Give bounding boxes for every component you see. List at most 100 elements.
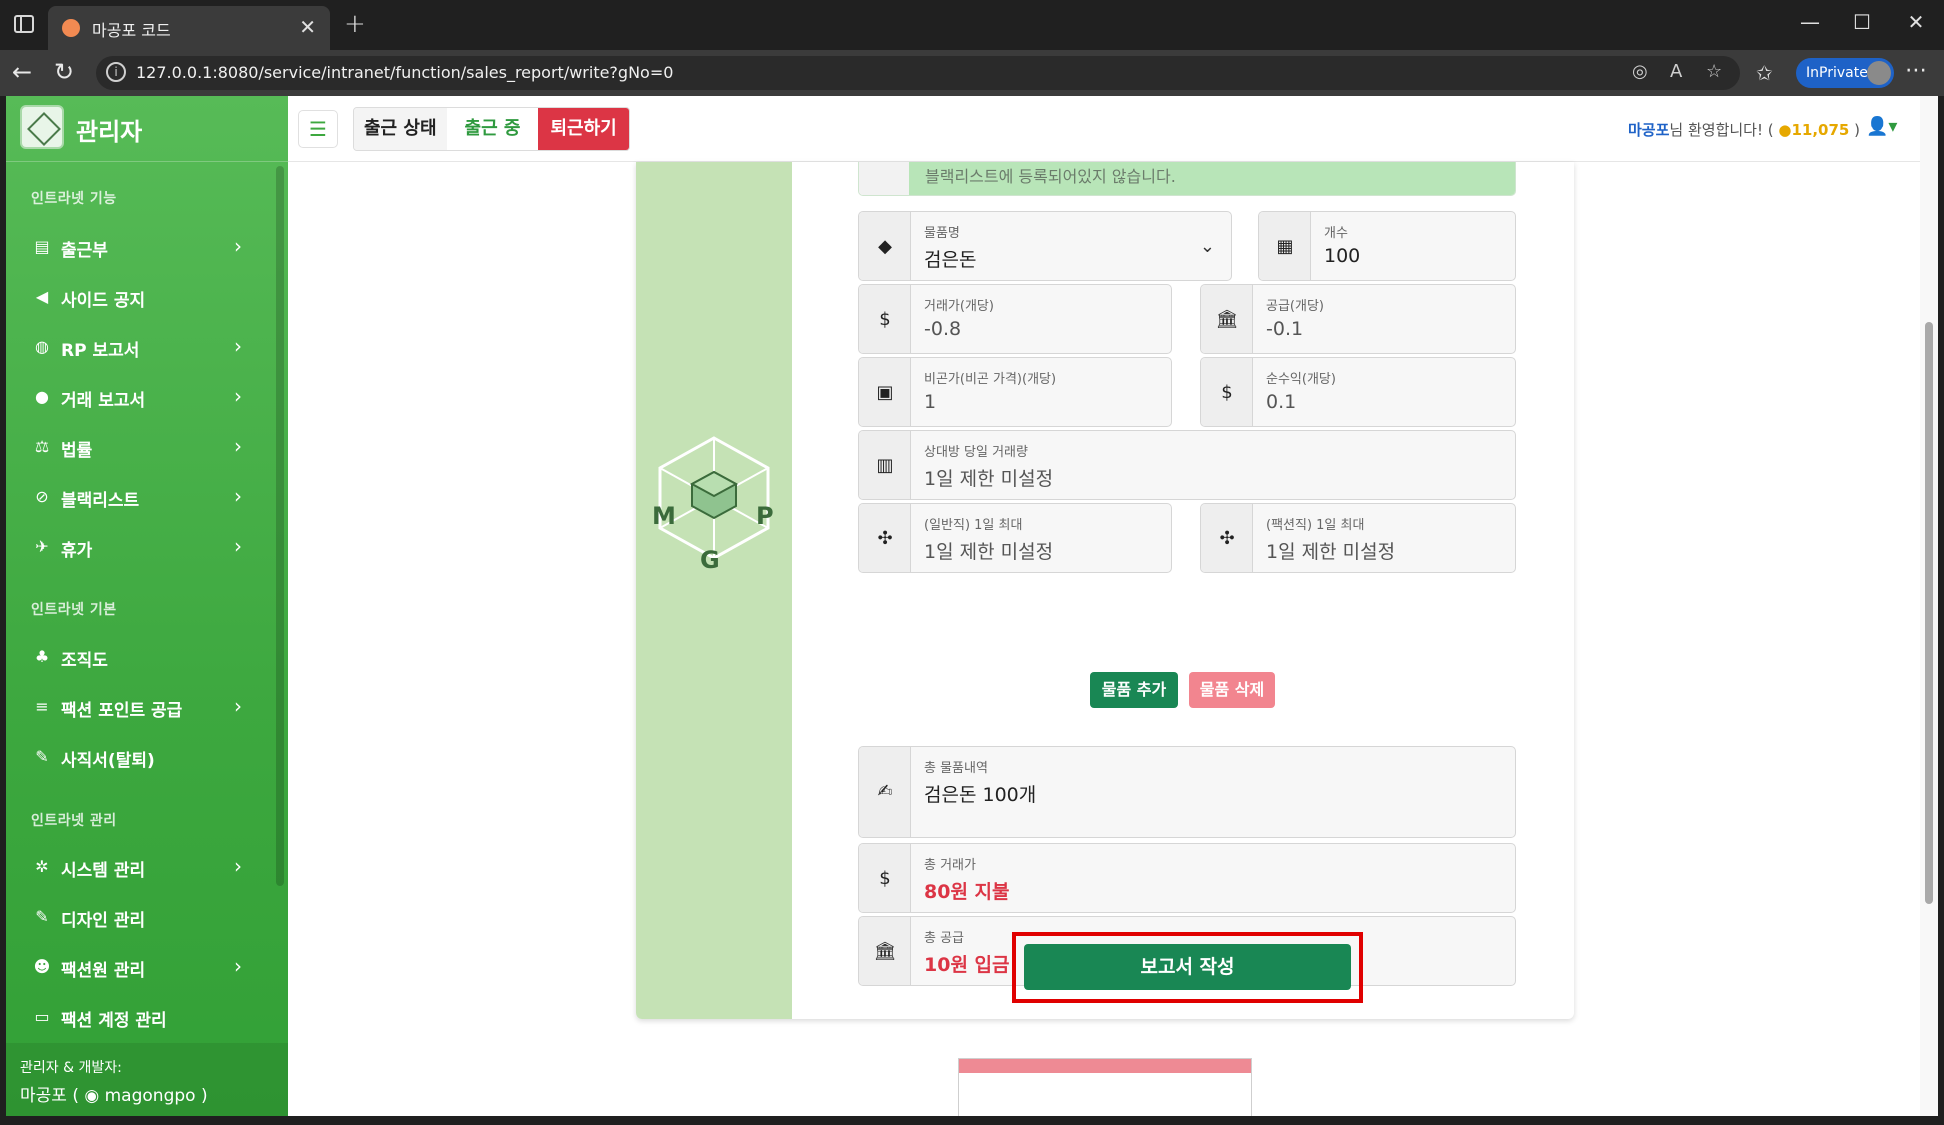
inprivate-label: InPrivate (1806, 65, 1868, 81)
new-tab-button[interactable]: + (344, 9, 366, 39)
sidebar-footer: 관리자 & 개발자: 마공포 ( ◉ magongpo ) (6, 1043, 288, 1116)
chevron-right-icon: › (234, 434, 242, 458)
developer-name: 마공포 ( (20, 1086, 85, 1106)
sidebar-item-label: 거래 보고서 (61, 391, 146, 411)
logo-letter-m: M (652, 502, 676, 530)
delete-item-button[interactable]: 물품 삭제 (1189, 672, 1275, 708)
sidebar-item-design[interactable]: ✎ 디자인 관리 (6, 897, 268, 937)
gear-icon: ✲ (35, 857, 49, 876)
net-profit-value: 0.1 (1266, 391, 1297, 413)
sidebar-item-blacklist[interactable]: ⊘ 블랙리스트 › (6, 477, 268, 517)
sidebar-item-accounts[interactable]: ▭ 팩션 계정 관리 (6, 997, 268, 1037)
secondary-card-header (959, 1059, 1251, 1073)
refresh-icon[interactable]: ↻ (54, 58, 74, 86)
sidebar-item-members[interactable]: ☻ 팩션원 관리 › (6, 947, 268, 987)
sidebar-item-system[interactable]: ✲ 시스템 관리 › (6, 847, 268, 887)
sidebar-item-law[interactable]: ⚖ 법률 › (6, 427, 268, 467)
footer-developer: 마공포 ( ◉ magongpo ) (20, 1081, 208, 1106)
sidebar-item-label: 팩션원 관리 (61, 961, 146, 981)
sidebar-item-org-chart[interactable]: ♣ 조직도 (6, 637, 268, 677)
attendance-group: 출근 상태 출근 중 퇴근하기 (353, 107, 630, 151)
clipboard-icon: ▤ (34, 237, 50, 256)
trade-price-label: 거래가(개당) (924, 299, 994, 314)
sidebar-item-rp-report[interactable]: ◍ RP 보고서 › (6, 327, 268, 367)
count-label: 개수 (1324, 226, 1348, 241)
more-options-icon[interactable]: ⋯ (1905, 58, 1927, 83)
chevron-right-icon: › (234, 694, 242, 718)
item-name-select[interactable]: ◆ 물품명 검은돈 ⌄ (858, 211, 1232, 281)
bigon-price-label: 비곤가(비곤 가격)(개당) (924, 372, 1057, 387)
faction-max-label: (팩션직) 1일 최대 (1266, 518, 1365, 533)
user-menu-icon[interactable]: 👤▾ (1866, 116, 1897, 137)
close-window-icon[interactable]: ✕ (1896, 10, 1936, 34)
faction-max-value: 1일 제한 미설정 (1266, 541, 1396, 563)
chevron-right-icon: › (234, 234, 242, 258)
maximize-icon[interactable]: ☐ (1842, 10, 1882, 34)
chevron-down-icon: ⌄ (1199, 236, 1215, 257)
favorites-icon[interactable]: ✩ (1756, 61, 1773, 85)
alert-icon-area (859, 162, 909, 195)
sidebar-item-vacation[interactable]: ✈ 휴가 › (6, 527, 268, 567)
tag-icon: ◆ (859, 212, 911, 280)
leave-work-button[interactable]: 퇴근하기 (538, 108, 629, 150)
sidebar-item-attendance[interactable]: ▤ 출근부 › (6, 227, 268, 267)
brush-icon: ✎ (35, 907, 49, 926)
favorite-star-icon[interactable]: ☆ (1706, 61, 1722, 82)
logo-letter-g: G (700, 546, 720, 572)
item-name-label: 물품명 (924, 226, 960, 241)
menu-toggle-button[interactable]: ☰ (298, 110, 338, 148)
browser-tab-bar: 마공포 코드 ✕ + — ☐ ✕ (0, 0, 1944, 50)
add-item-button[interactable]: 물품 추가 (1090, 672, 1178, 708)
expand-icon: ✣ (859, 504, 911, 572)
total-trade-field: $ 총 거래가 80원 지불 (858, 843, 1516, 913)
plane-icon: ✈ (35, 537, 49, 556)
sidebar-toggle-icon[interactable] (14, 15, 34, 33)
sidebar-item-trade-report[interactable]: ● 거래 보고서 › (6, 377, 268, 417)
sidebar-item-faction-points[interactable]: ≡ 팩션 포인트 공급 › (6, 687, 268, 727)
back-icon[interactable]: ← (12, 58, 32, 86)
total-items-value: 검은돈 100개 (924, 784, 1037, 806)
welcome-username: 마공포 (1628, 121, 1670, 139)
footer-credit: 관리자 & 개발자: (20, 1060, 122, 1076)
tab-title: 마공포 코드 (92, 21, 171, 40)
topbar: ☰ 출근 상태 출근 중 퇴근하기 마공포님 환영합니다! ( ●11,075 … (288, 96, 1938, 162)
welcome-message: 마공포님 환영합니다! ( ●11,075 ) (1628, 119, 1860, 140)
discord-handle[interactable]: magongpo (105, 1086, 196, 1106)
developer-close: ) (195, 1086, 208, 1106)
sidebar-item-resignation[interactable]: ✎ 사직서(탈퇴) (6, 737, 268, 777)
logo-letter-p: P (756, 502, 774, 530)
count-input[interactable]: ▦ 개수 100 (1258, 211, 1516, 281)
minimize-icon[interactable]: — (1790, 10, 1830, 34)
browser-tab[interactable]: 마공포 코드 ✕ (48, 6, 330, 50)
sidebar-item-label: 조직도 (61, 651, 108, 671)
inprivate-badge[interactable]: InPrivate (1796, 58, 1894, 88)
sidebar-item-label: RP 보고서 (61, 341, 140, 361)
site-info-icon[interactable]: i (106, 62, 126, 82)
sidebar-item-label: 사직서(탈퇴) (61, 751, 155, 771)
alert-text: 블랙리스트에 등록되어있지 않습니다. (925, 167, 1176, 186)
welcome-text: 님 환영합니다! ( (1669, 121, 1774, 139)
page-scrollbar-thumb[interactable] (1925, 322, 1933, 904)
sidebar-item-label: 법률 (61, 441, 93, 461)
boxes-icon: ▦ (1259, 212, 1311, 280)
hand-money-icon: $ (859, 844, 911, 912)
blacklist-alert: 블랙리스트에 등록되어있지 않습니다. (858, 162, 1516, 196)
total-items-textarea[interactable]: ✍ 총 물품내역 검은돈 100개 (858, 746, 1516, 838)
brand-logo (20, 105, 64, 149)
sidebar-scrollbar[interactable] (276, 166, 284, 886)
brand[interactable]: 관리자 (6, 96, 288, 162)
bigon-price-value: 1 (924, 391, 937, 413)
write-report-button[interactable]: 보고서 작성 (1024, 944, 1351, 990)
secondary-card (958, 1058, 1252, 1116)
chevron-right-icon: › (234, 854, 242, 878)
close-tab-icon[interactable]: ✕ (299, 15, 316, 39)
trade-price-field: $ 거래가(개당) -0.8 (858, 284, 1172, 354)
url-field[interactable]: i 127.0.0.1:8080/service/intranet/functi… (96, 56, 1740, 90)
sidebar-item-side-notice[interactable]: ◀ 사이드 공지 (6, 277, 268, 317)
sitemap-icon: ♣ (34, 647, 50, 666)
total-trade-label: 총 거래가 (924, 858, 976, 873)
count-value: 100 (1324, 245, 1361, 267)
tracking-prevention-icon[interactable]: ◎ (1632, 61, 1648, 82)
read-aloud-icon[interactable]: A (1670, 61, 1682, 82)
trade-price-value: -0.8 (924, 318, 962, 340)
